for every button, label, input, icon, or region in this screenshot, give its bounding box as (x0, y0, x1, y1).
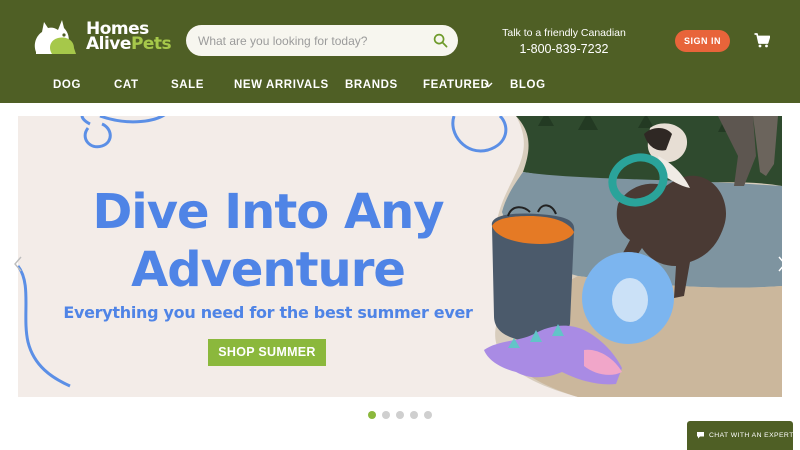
cart-icon[interactable] (754, 33, 770, 48)
nav-item-featured[interactable]: FEATURED (423, 77, 490, 93)
site-header: Homes AlivePets Talk to a friendly Canad… (0, 0, 800, 103)
logo-wordmark: Homes AlivePets (86, 19, 172, 54)
nav-item-new-arrivals[interactable]: NEW ARRIVALS (234, 77, 329, 93)
contact-info: Talk to a friendly Canadian 1-800-839-72… (494, 27, 634, 58)
search-icon[interactable] (433, 33, 448, 48)
chevron-down-icon[interactable] (484, 82, 493, 88)
carousel-dot[interactable] (368, 411, 376, 419)
carousel-dot[interactable] (382, 411, 390, 419)
contact-phone[interactable]: 1-800-839-7232 (494, 41, 634, 58)
hero-banner[interactable]: Dive Into Any Adventure Everything you n… (18, 116, 782, 397)
carousel-dot[interactable] (410, 411, 418, 419)
chat-bubble-icon (697, 432, 704, 439)
nav-item-dog[interactable]: DOG (53, 77, 81, 93)
carousel-dot[interactable] (424, 411, 432, 419)
nav-item-blog[interactable]: BLOG (510, 77, 546, 93)
nav-item-brands[interactable]: BRANDS (345, 77, 398, 93)
carousel-dot[interactable] (396, 411, 404, 419)
nav-item-sale[interactable]: SALE (171, 77, 204, 93)
contact-tagline: Talk to a friendly Canadian (502, 27, 626, 39)
sign-in-button[interactable]: SIGN IN (675, 30, 730, 52)
chevron-right-icon[interactable] (777, 256, 787, 272)
shop-summer-button[interactable]: SHOP SUMMER (208, 339, 326, 366)
chat-with-expert-button[interactable]: CHAT WITH AN EXPERT (687, 421, 793, 450)
hero-headline: Dive Into Any Adventure (92, 184, 444, 298)
chat-label: CHAT WITH AN EXPERT (709, 432, 794, 439)
chevron-left-icon[interactable] (13, 256, 23, 272)
hero-subheadline: Everything you need for the best summer … (63, 303, 473, 322)
main-nav: DOG CAT SALE NEW ARRIVALS BRANDS FEATURE… (0, 77, 800, 93)
search-input[interactable] (198, 25, 428, 56)
search-bar (186, 25, 458, 56)
homes-alive-pets-logo[interactable]: Homes AlivePets (30, 8, 172, 58)
dog-cat-logo-icon (34, 20, 76, 54)
nav-item-cat[interactable]: CAT (114, 77, 139, 93)
